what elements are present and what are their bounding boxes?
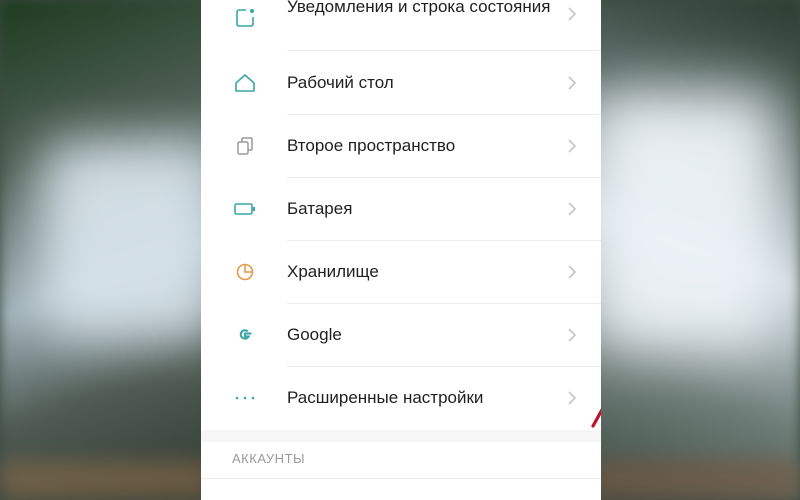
settings-item-label: Батарея (287, 199, 353, 218)
chevron-right-icon (564, 390, 580, 406)
background-bottom-right (590, 460, 800, 500)
more-icon (231, 384, 259, 412)
chevron-right-icon (564, 201, 580, 217)
chevron-right-icon (564, 6, 580, 22)
google-icon (231, 321, 259, 349)
settings-item-label: Хранилище (287, 262, 379, 281)
background-bottom-left (0, 460, 210, 500)
settings-item-desktop[interactable]: Рабочий стол (201, 51, 601, 114)
home-icon (231, 69, 259, 97)
annotation-arrow-icon (591, 408, 601, 428)
settings-item-label: Уведомления и строка состояния (287, 0, 551, 16)
chevron-right-icon (564, 264, 580, 280)
storage-icon (231, 258, 259, 286)
settings-item-storage[interactable]: Хранилище (201, 240, 601, 303)
background-right (590, 0, 800, 500)
background-left (0, 0, 220, 500)
settings-item-label: Расширенные настройки (287, 388, 484, 407)
notification-icon (231, 4, 259, 32)
settings-item-google[interactable]: Google (201, 303, 601, 366)
chevron-right-icon (564, 327, 580, 343)
chevron-right-icon (564, 75, 580, 91)
settings-item-second-space[interactable]: Второе пространство (201, 114, 601, 177)
settings-item-battery[interactable]: Батарея (201, 177, 601, 240)
settings-item-label: Google (287, 325, 342, 344)
second-space-icon (231, 132, 259, 160)
settings-item-label: Второе пространство (287, 136, 456, 155)
settings-item-label: Рабочий стол (287, 73, 394, 92)
section-header-accounts: АККАУНТЫ (232, 451, 306, 466)
battery-icon (231, 195, 259, 223)
settings-screen: Уведомления и строка состояния Рабочий с… (201, 0, 601, 500)
section-separator (201, 430, 601, 442)
chevron-right-icon (564, 138, 580, 154)
settings-item-advanced[interactable]: Расширенные настройки (201, 366, 601, 429)
divider (201, 478, 601, 479)
